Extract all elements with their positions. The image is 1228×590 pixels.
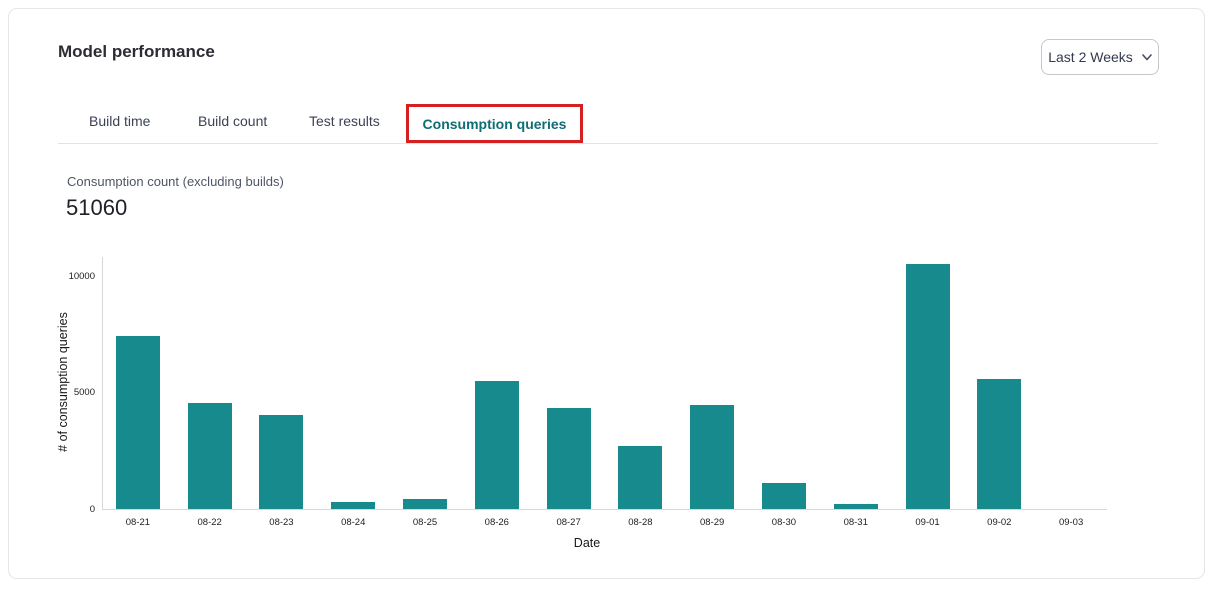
x-tick-label: 09-02 [963, 517, 1035, 528]
x-tick-label: 09-03 [1035, 517, 1107, 528]
x-tick-label: 08-29 [676, 517, 748, 528]
x-tick-label: 08-31 [820, 517, 892, 528]
bar-08-27[interactable] [547, 408, 591, 509]
x-tick-label: 08-24 [317, 517, 389, 528]
y-tick-label: 0 [43, 504, 95, 515]
y-tick-label: 5000 [43, 387, 95, 398]
x-tick-label: 08-21 [102, 517, 174, 528]
y-tick-label: 10000 [43, 271, 95, 282]
bar-08-21[interactable] [116, 336, 160, 509]
x-tick-label: 08-25 [389, 517, 461, 528]
x-axis-title: Date [87, 536, 1087, 550]
bar-08-22[interactable] [188, 403, 232, 509]
bar-08-24[interactable] [331, 502, 375, 509]
x-tick-label: 08-27 [533, 517, 605, 528]
bar-09-02[interactable] [977, 379, 1021, 509]
bar-08-30[interactable] [762, 483, 806, 509]
consumption-queries-bar-chart: Date # of consumption queries 0500010000… [9, 9, 1204, 578]
bar-08-23[interactable] [259, 415, 303, 509]
x-tick-label: 08-30 [748, 517, 820, 528]
bar-08-25[interactable] [403, 499, 447, 509]
x-tick-label: 08-22 [174, 517, 246, 528]
x-tick-label: 08-26 [461, 517, 533, 528]
bar-09-01[interactable] [906, 264, 950, 509]
model-performance-card: Model performance Last 2 Weeks Build tim… [8, 8, 1205, 579]
bar-08-28[interactable] [618, 446, 662, 509]
bar-08-29[interactable] [690, 405, 734, 509]
x-tick-label: 08-28 [605, 517, 677, 528]
x-tick-label: 09-01 [892, 517, 964, 528]
x-tick-label: 08-23 [246, 517, 318, 528]
bar-08-26[interactable] [475, 381, 519, 509]
x-axis-line [102, 509, 1107, 510]
y-axis-line [102, 257, 103, 509]
bar-08-31[interactable] [834, 504, 878, 509]
